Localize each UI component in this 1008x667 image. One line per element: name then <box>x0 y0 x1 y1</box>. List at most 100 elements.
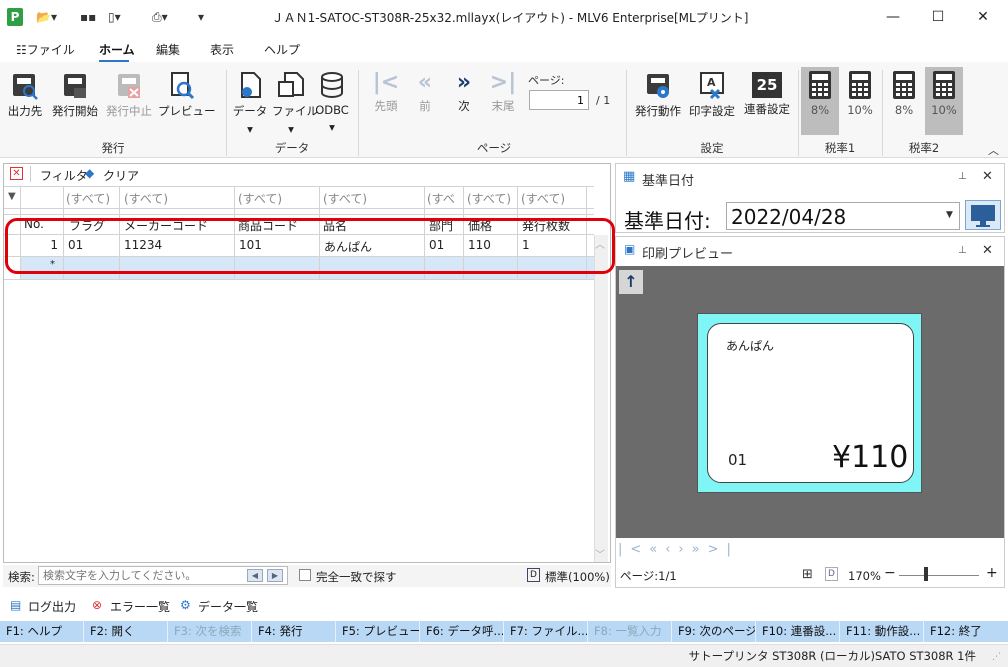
preview-nav-icons[interactable]: |<«‹›»>| <box>618 542 739 557</box>
print-icon[interactable]: ⎙▾ <box>152 10 168 25</box>
next-page-button[interactable]: » 次 <box>447 70 481 128</box>
menu-file[interactable]: ☷ファイル <box>16 41 75 58</box>
data-dropdown-button[interactable]: データ ▾ <box>232 70 268 136</box>
fkey-f10[interactable]: F10: 連番設... <box>756 621 840 642</box>
search-prev-icon[interactable]: ◀ <box>247 569 263 582</box>
pin-icon[interactable]: ⊥ <box>958 171 967 182</box>
issue-stop-button[interactable]: 発行中止 <box>104 70 154 128</box>
tax2-8-button[interactable]: 8% <box>885 70 923 128</box>
customize-quick-access-icon[interactable]: ▾ <box>198 10 204 24</box>
print-setting-button[interactable]: A 印字設定 <box>686 70 738 128</box>
minimize-icon[interactable]: — <box>870 2 916 32</box>
filter-close-icon[interactable]: ✕ <box>10 167 23 180</box>
issue-start-button[interactable]: 発行開始 <box>50 70 100 128</box>
filter-button[interactable]: フィルタ <box>40 167 88 184</box>
clear-button[interactable]: クリア <box>103 167 139 184</box>
ribbon-separator <box>226 70 227 156</box>
zoom-level: 170% <box>848 569 881 583</box>
page-number-input[interactable] <box>529 90 589 110</box>
tax1-8-button[interactable]: 8% <box>801 70 839 128</box>
first-page-button[interactable]: |< 先頭 <box>368 70 404 128</box>
odbc-dropdown-button[interactable]: ODBC ▾ <box>314 70 350 134</box>
last-page-button[interactable]: >| 末尾 <box>486 70 520 128</box>
arrow-up-icon[interactable]: ↑ <box>619 270 643 294</box>
zoom-slider-track[interactable] <box>899 575 979 576</box>
filter-cell[interactable]: (すべて) <box>521 190 585 207</box>
document-icon[interactable]: ▯▾ <box>108 10 121 24</box>
prev-page-button[interactable]: «前 <box>408 70 442 128</box>
tax1-10-button[interactable]: 10% <box>841 70 879 128</box>
app-logo: P <box>7 8 23 26</box>
page-view-icon[interactable]: D <box>825 567 838 581</box>
fkey-f4[interactable]: F4: 発行 <box>252 621 336 642</box>
view-mode-icon: D <box>527 568 540 582</box>
save-icon[interactable]: ▪▪ <box>80 10 96 24</box>
menu-view[interactable]: 表示 <box>210 41 234 58</box>
chevron-down-icon[interactable]: ▼ <box>946 210 953 220</box>
scroll-down-icon[interactable]: ﹀ <box>595 546 605 561</box>
list-icon: ☷ <box>16 43 27 57</box>
file-dropdown-button[interactable]: ファイル ▾ <box>272 70 318 136</box>
print-setting-icon: A <box>700 72 724 100</box>
menu-edit[interactable]: 編集 <box>156 41 180 58</box>
search-next-icon[interactable]: ▶ <box>267 569 283 582</box>
fkey-f3[interactable]: F3: 次を検索 <box>168 621 252 642</box>
close-panel-icon[interactable]: ✕ <box>982 243 993 258</box>
preview-button[interactable]: プレビュー <box>158 70 216 128</box>
filter-cell[interactable]: (すべて) <box>238 190 318 207</box>
menu-help[interactable]: ヘルプ <box>264 41 300 58</box>
fkey-f12[interactable]: F12: 終了 <box>924 621 1008 642</box>
filter-cell[interactable]: (すべて) <box>323 190 423 207</box>
filter-cell[interactable]: (すべて) <box>66 190 118 207</box>
filter-cell[interactable]: (すべて) <box>124 190 232 207</box>
menu-home[interactable]: ホーム <box>99 41 135 58</box>
tab-error-list[interactable]: エラー一覧 <box>110 598 170 615</box>
filter-cell[interactable]: (すべて) <box>467 190 516 207</box>
tax2-10-button[interactable]: 10% <box>925 70 963 128</box>
exact-match-checkbox[interactable] <box>299 569 311 581</box>
database-icon <box>321 72 343 99</box>
issue-action-button[interactable]: 発行動作 <box>632 70 684 128</box>
printer-stop-icon <box>118 74 140 98</box>
open-folder-icon[interactable]: 📂▾ <box>36 10 57 24</box>
page-label: ページ: <box>528 74 565 87</box>
filter-cell[interactable]: (すべ <box>427 190 462 207</box>
fkey-f5[interactable]: F5: プレビュー <box>336 621 420 642</box>
zoom-slider-handle[interactable] <box>924 567 928 581</box>
calculator-icon <box>933 71 955 99</box>
fkey-f9[interactable]: F9: 次のページ <box>672 621 756 642</box>
fkey-f2[interactable]: F2: 開く <box>84 621 168 642</box>
label-product-name: あんぱん <box>726 339 775 353</box>
grid-border <box>4 208 594 209</box>
printer-gear-icon <box>647 74 669 98</box>
zoom-in-icon[interactable]: + <box>986 565 998 581</box>
zoom-out-icon[interactable]: − <box>884 565 896 581</box>
monitor-icon <box>971 205 995 227</box>
pin-icon[interactable]: ⊥ <box>958 245 967 256</box>
monitor-button[interactable] <box>965 200 1001 230</box>
fkey-f11[interactable]: F11: 動作設... <box>840 621 924 642</box>
vertical-scrollbar[interactable] <box>594 235 608 562</box>
calculator-icon <box>893 71 915 99</box>
ribbon-separator <box>882 70 883 156</box>
fkey-f8[interactable]: F8: 一覧入力 <box>588 621 672 642</box>
close-panel-icon[interactable]: ✕ <box>982 169 993 184</box>
serial-setting-button[interactable]: 25 連番設定 <box>742 70 792 128</box>
next-page-icon: » <box>456 70 472 95</box>
close-icon[interactable]: ✕ <box>960 2 1006 32</box>
first-page-icon: |< <box>372 70 400 95</box>
menu-bar <box>0 34 1008 62</box>
maximize-icon[interactable]: ☐ <box>915 2 961 32</box>
tab-data-list[interactable]: データ一覧 <box>198 598 258 615</box>
output-dest-button[interactable]: 出力先 <box>6 70 44 128</box>
view-mode-label[interactable]: 標準(100%) <box>545 569 610 585</box>
resize-grip-icon[interactable]: ⋰ <box>992 652 1001 662</box>
collapse-ribbon-icon[interactable]: ︿ <box>988 142 999 158</box>
tab-log-output[interactable]: ログ出力 <box>28 598 76 615</box>
fkey-f6[interactable]: F6: データ呼... <box>420 621 504 642</box>
base-date-title: 基準日付 <box>642 174 695 189</box>
fkey-f7[interactable]: F7: ファイル... <box>504 621 588 642</box>
grid-view-icon[interactable]: ⊞ <box>802 567 813 582</box>
fkey-f1[interactable]: F1: ヘルプ <box>0 621 84 642</box>
grid-border <box>4 186 594 187</box>
